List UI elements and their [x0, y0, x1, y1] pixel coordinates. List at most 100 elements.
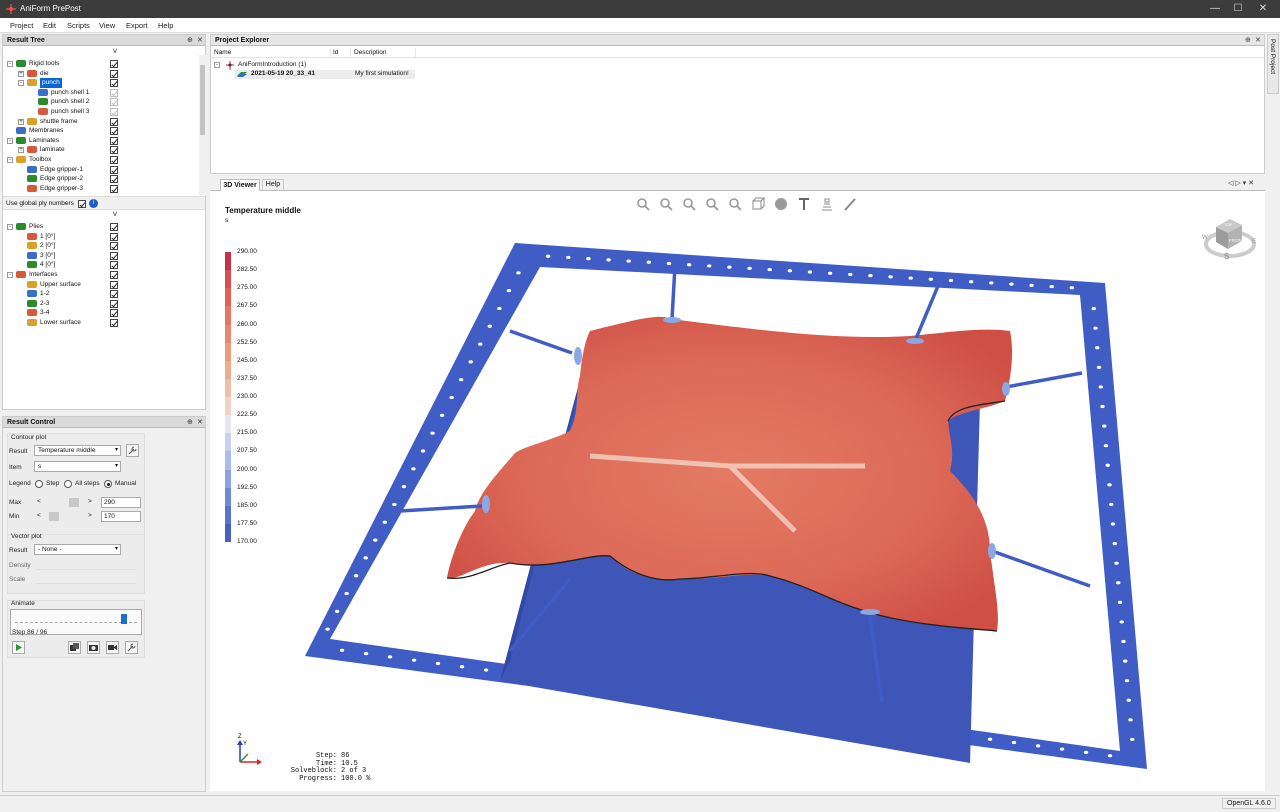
visibility-checkbox[interactable] — [110, 223, 118, 231]
tree-item[interactable]: Edge gripper-2 — [3, 174, 197, 184]
menu-scripts[interactable]: Scripts — [67, 21, 90, 30]
legend-step-radio[interactable] — [35, 480, 43, 488]
tree-item[interactable]: - Toolbox — [3, 155, 197, 165]
expand-icon[interactable]: + — [18, 118, 24, 125]
menu-project[interactable]: Project — [10, 21, 33, 30]
visibility-checkbox[interactable] — [110, 165, 118, 174]
pencil-icon[interactable] — [842, 196, 858, 212]
menu-help[interactable]: Help — [158, 21, 173, 30]
density-slider[interactable] — [36, 564, 136, 570]
collapse-icon[interactable]: - — [18, 80, 24, 87]
visibility-checkbox[interactable] — [110, 88, 118, 97]
visibility-checkbox[interactable] — [110, 242, 118, 251]
play-button[interactable] — [12, 641, 25, 654]
pin-icon[interactable]: ⊕ — [187, 417, 193, 428]
collapse-icon[interactable]: - — [7, 157, 13, 163]
screenshot-button[interactable] — [87, 641, 100, 654]
fit-icon[interactable] — [727, 196, 743, 212]
close-panel-icon[interactable]: ✕ — [197, 417, 203, 428]
visibility-checkbox[interactable] — [110, 60, 118, 68]
visibility-checkbox[interactable] — [110, 261, 118, 270]
menu-export[interactable]: Export — [126, 21, 148, 30]
view-cube-south[interactable]: S — [1224, 252, 1229, 261]
simulation-row[interactable]: 2021-05-19 20_33_41 My first simulation! — [235, 70, 415, 79]
min-increase-button[interactable]: > — [88, 512, 92, 519]
visibility-checkbox[interactable] — [110, 175, 118, 184]
tab-3d-viewer[interactable]: 3D Viewer — [220, 179, 260, 191]
3d-viewer[interactable]: Temperature middle s 290.00 282.50 275.00 2… — [210, 191, 1265, 791]
vector-result-select[interactable]: - None - ▾ — [34, 544, 121, 555]
tree-item[interactable]: - Interfaces — [3, 270, 197, 280]
max-slider-handle[interactable] — [69, 498, 79, 507]
visibility-checkbox[interactable] — [110, 108, 118, 116]
close-panel-icon[interactable]: ✕ — [197, 35, 203, 46]
record-video-button[interactable] — [106, 641, 119, 654]
tree-item[interactable]: 1-2 — [3, 289, 197, 299]
menu-view[interactable]: View — [99, 21, 115, 30]
visibility-checkbox[interactable] — [110, 69, 118, 78]
menu-edit[interactable]: Edit — [43, 21, 56, 30]
legend-all-steps-radio[interactable] — [64, 480, 72, 488]
tree-scrollbar[interactable] — [199, 55, 206, 195]
collapse-icon[interactable]: - — [7, 61, 13, 67]
tree-item[interactable]: Edge gripper-1 — [3, 165, 197, 175]
animate-slider-handle[interactable] — [120, 614, 127, 624]
min-input[interactable]: 170 — [101, 511, 141, 522]
tree-item[interactable]: - Plies — [3, 222, 197, 232]
animation-settings-button[interactable] — [125, 641, 138, 654]
tree-item[interactable]: Membranes — [3, 126, 197, 136]
visibility-checkbox[interactable] — [110, 309, 118, 318]
item-select[interactable]: s ▾ — [34, 461, 121, 472]
visibility-checkbox[interactable] — [110, 251, 118, 260]
view-cube-west[interactable]: W — [1202, 235, 1208, 241]
tree-item[interactable]: + laminate — [3, 145, 197, 155]
global-ply-checkbox[interactable] — [78, 200, 86, 208]
max-increase-button[interactable]: > — [88, 498, 92, 505]
tree-item[interactable]: Edge gripper-3 — [3, 184, 197, 194]
column-id[interactable]: Id — [333, 49, 338, 56]
result-select[interactable]: Temperature middle ▾ — [34, 445, 121, 456]
rotate-icon[interactable] — [704, 196, 720, 212]
tree-item[interactable]: 3-4 — [3, 308, 197, 318]
pan-icon[interactable] — [681, 196, 697, 212]
close-window-button[interactable]: ✕ — [1248, 2, 1278, 16]
visibility-checkbox[interactable] — [110, 146, 118, 155]
visibility-checkbox[interactable] — [110, 184, 118, 193]
view-cube-front[interactable]: FRONT — [1229, 238, 1245, 243]
tree-item[interactable]: punch shell 1 — [3, 88, 197, 98]
sphere-icon[interactable] — [773, 196, 789, 212]
visibility-checkbox[interactable] — [110, 299, 118, 308]
tab-help[interactable]: Help — [262, 179, 284, 190]
expand-icon[interactable]: + — [18, 70, 24, 77]
tree-item[interactable]: 4 [0°] — [3, 260, 197, 270]
project-root-row[interactable]: - AniFormIntroduction (1) — [214, 61, 514, 70]
close-panel-icon[interactable]: ✕ — [1255, 35, 1261, 46]
collapse-icon[interactable]: - — [7, 224, 13, 230]
tree-item[interactable]: 3 [0°] — [3, 251, 197, 261]
view-cube-top[interactable]: TOP — [1224, 222, 1232, 227]
visibility-checkbox[interactable] — [110, 127, 118, 136]
tree-item[interactable]: punch shell 2 — [3, 97, 197, 107]
tab-controls[interactable]: ◁ ▷ ▾ ✕ — [1228, 179, 1254, 187]
zoom-box-icon[interactable] — [635, 196, 651, 212]
info-icon[interactable]: i — [89, 199, 98, 208]
collapse-icon[interactable]: - — [7, 272, 13, 278]
view-cube[interactable]: FRONT TOP W E S — [1202, 209, 1257, 264]
tree-item[interactable]: - punch — [3, 78, 197, 88]
tree-item[interactable]: 2 [0°] — [3, 241, 197, 251]
visibility-checkbox[interactable] — [110, 79, 118, 88]
visibility-checkbox[interactable] — [110, 319, 118, 327]
visibility-checkbox[interactable] — [110, 290, 118, 299]
legend-manual-radio[interactable] — [104, 480, 112, 488]
min-slider-handle[interactable] — [49, 512, 59, 521]
max-input[interactable]: 290 — [101, 497, 141, 508]
max-decrease-button[interactable]: < — [37, 498, 41, 505]
zoom-icon[interactable] — [658, 196, 674, 212]
min-decrease-button[interactable]: < — [37, 512, 41, 519]
visibility-checkbox[interactable] — [110, 156, 118, 164]
collapse-icon[interactable]: - — [7, 137, 13, 144]
tree-item[interactable]: - Laminates — [3, 136, 197, 146]
post-project-side-tab[interactable]: Post Project — [1267, 34, 1279, 94]
tree-item[interactable]: - Rigid tools — [3, 59, 197, 69]
expand-icon[interactable]: + — [18, 147, 24, 154]
